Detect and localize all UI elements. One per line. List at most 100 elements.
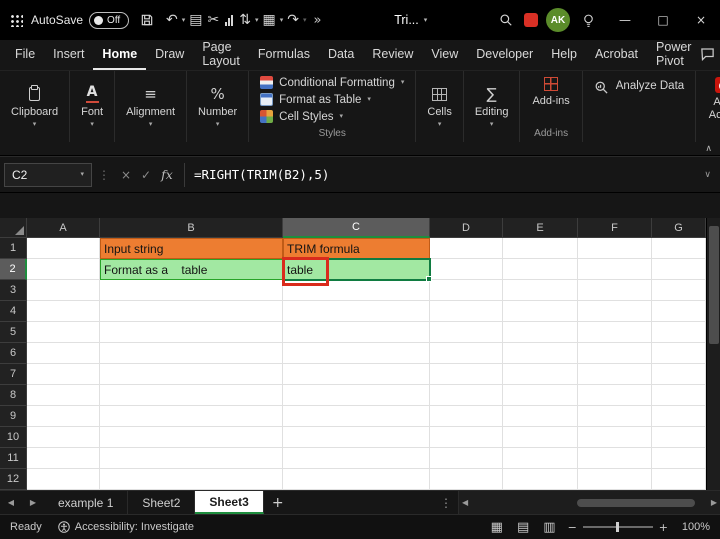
- close-button[interactable]: ×: [682, 0, 720, 40]
- zoom-slider-thumb[interactable]: [616, 522, 619, 532]
- cell-a7[interactable]: [27, 364, 100, 385]
- normal-view-icon[interactable]: ▦: [491, 520, 503, 535]
- cell-g2[interactable]: [652, 259, 706, 280]
- ribbon-group-cells[interactable]: Cells ▾: [416, 71, 463, 142]
- cell-c7[interactable]: [283, 364, 430, 385]
- cell-b1[interactable]: Input string: [100, 238, 283, 259]
- vertical-scrollbar[interactable]: [706, 218, 720, 490]
- ribbon-group-font[interactable]: A Font ▾: [70, 71, 115, 142]
- cell-e7[interactable]: [503, 364, 578, 385]
- column-header-e[interactable]: E: [503, 218, 578, 238]
- row-header-8[interactable]: 8: [0, 385, 27, 406]
- cell-b3[interactable]: [100, 280, 283, 301]
- vertical-scrollbar-thumb[interactable]: [709, 226, 719, 344]
- app-launcher-icon[interactable]: [10, 14, 23, 27]
- cell-d8[interactable]: [430, 385, 503, 406]
- cell-d4[interactable]: [430, 301, 503, 322]
- chevron-down-icon[interactable]: ▾: [255, 17, 259, 24]
- cell-g10[interactable]: [652, 427, 706, 448]
- cell-f7[interactable]: [578, 364, 652, 385]
- tab-insert[interactable]: Insert: [44, 40, 93, 70]
- cell-b5[interactable]: [100, 322, 283, 343]
- cell-g6[interactable]: [652, 343, 706, 364]
- new-sheet-button[interactable]: +: [264, 491, 292, 514]
- row-header-4[interactable]: 4: [0, 301, 27, 322]
- cell-f6[interactable]: [578, 343, 652, 364]
- sheet-options-icon[interactable]: ⋮: [434, 491, 458, 514]
- cell-c11[interactable]: [283, 448, 430, 469]
- collapse-ribbon-icon[interactable]: ∧: [705, 144, 712, 154]
- cell-e8[interactable]: [503, 385, 578, 406]
- cell-a5[interactable]: [27, 322, 100, 343]
- cell-c8[interactable]: [283, 385, 430, 406]
- cell-c3[interactable]: [283, 280, 430, 301]
- cell-c5[interactable]: [283, 322, 430, 343]
- cell-d3[interactable]: [430, 280, 503, 301]
- tab-view[interactable]: View: [422, 40, 467, 70]
- cell-e3[interactable]: [503, 280, 578, 301]
- expand-formula-bar-icon[interactable]: ∨: [704, 170, 720, 180]
- chart-icon[interactable]: [223, 14, 235, 26]
- cell-c9[interactable]: [283, 406, 430, 427]
- save-icon[interactable]: [137, 10, 157, 30]
- cell-e6[interactable]: [503, 343, 578, 364]
- format-as-table-button[interactable]: Format as Table ▾: [258, 92, 406, 107]
- row-header-9[interactable]: 9: [0, 406, 27, 427]
- cell-f2[interactable]: [578, 259, 652, 280]
- row-header-2[interactable]: 2: [0, 259, 27, 280]
- insert-function-icon[interactable]: fx: [156, 167, 178, 182]
- cell-f5[interactable]: [578, 322, 652, 343]
- cell-c10[interactable]: [283, 427, 430, 448]
- ribbon-group-clipboard[interactable]: Clipboard ▾: [0, 71, 70, 142]
- horizontal-scrollbar-thumb[interactable]: [577, 499, 695, 507]
- comments-icon[interactable]: [700, 47, 715, 64]
- row-header-5[interactable]: 5: [0, 322, 27, 343]
- horizontal-scrollbar[interactable]: ◀ ▶: [458, 491, 720, 514]
- cell-f4[interactable]: [578, 301, 652, 322]
- search-icon[interactable]: [496, 10, 516, 30]
- cell-g5[interactable]: [652, 322, 706, 343]
- tab-data[interactable]: Data: [319, 40, 363, 70]
- cell-g12[interactable]: [652, 469, 706, 490]
- row-header-6[interactable]: 6: [0, 343, 27, 364]
- cell-c4[interactable]: [283, 301, 430, 322]
- cell-b8[interactable]: [100, 385, 283, 406]
- cell-d2[interactable]: [430, 259, 503, 280]
- cell-d12[interactable]: [430, 469, 503, 490]
- conditional-formatting-button[interactable]: Conditional Formatting ▾: [258, 75, 406, 90]
- cell-f10[interactable]: [578, 427, 652, 448]
- tab-draw[interactable]: Draw: [146, 40, 193, 70]
- scroll-left-icon[interactable]: ◀: [462, 498, 468, 507]
- ribbon-group-editing[interactable]: ∑ Editing ▾: [464, 71, 521, 142]
- cell-f8[interactable]: [578, 385, 652, 406]
- row-header-1[interactable]: 1: [0, 238, 27, 259]
- cell-a2[interactable]: [27, 259, 100, 280]
- cell-c1[interactable]: TRIM formula: [283, 238, 430, 259]
- column-header-f[interactable]: F: [578, 218, 652, 238]
- scroll-right-icon[interactable]: ▶: [711, 498, 717, 507]
- cell-b6[interactable]: [100, 343, 283, 364]
- tab-power-pivot[interactable]: Power Pivot: [647, 40, 700, 70]
- autosave-control[interactable]: AutoSave Off: [31, 12, 129, 29]
- cell-d6[interactable]: [430, 343, 503, 364]
- tab-developer[interactable]: Developer: [467, 40, 542, 70]
- cut-icon[interactable]: ✂: [207, 13, 221, 27]
- cell-a8[interactable]: [27, 385, 100, 406]
- undo-icon[interactable]: ↶: [165, 13, 179, 27]
- tab-page-layout[interactable]: Page Layout: [193, 40, 249, 70]
- drag-handle-icon[interactable]: ⋮: [92, 168, 116, 182]
- row-header-11[interactable]: 11: [0, 448, 27, 469]
- formula-input[interactable]: =RIGHT(TRIM(B2),5): [194, 167, 329, 182]
- ribbon-group-alignment[interactable]: ≡ Alignment ▾: [115, 71, 187, 142]
- cell-b4[interactable]: [100, 301, 283, 322]
- cell-e4[interactable]: [503, 301, 578, 322]
- cell-a4[interactable]: [27, 301, 100, 322]
- autosave-toggle[interactable]: Off: [89, 12, 129, 29]
- cell-e12[interactable]: [503, 469, 578, 490]
- cell-d7[interactable]: [430, 364, 503, 385]
- chevron-down-icon[interactable]: ▾: [280, 17, 284, 24]
- cell-f11[interactable]: [578, 448, 652, 469]
- cell-f12[interactable]: [578, 469, 652, 490]
- zoom-percentage[interactable]: 100%: [680, 521, 710, 533]
- cell-d5[interactable]: [430, 322, 503, 343]
